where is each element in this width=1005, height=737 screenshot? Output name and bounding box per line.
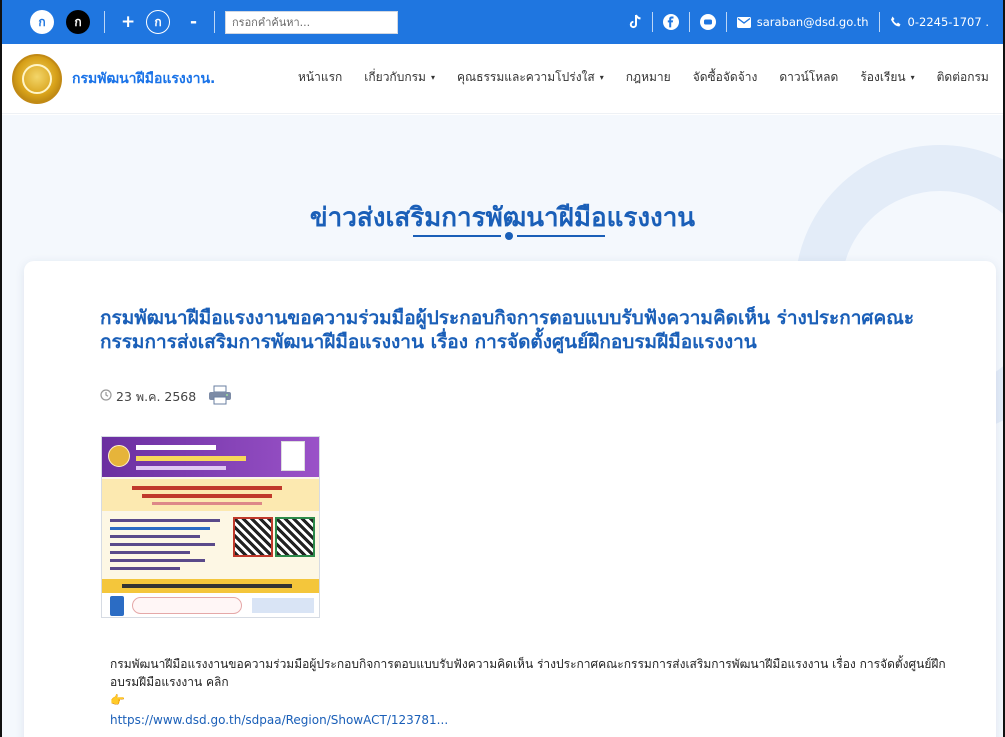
divider <box>725 12 727 32</box>
chevron-down-icon: ▾ <box>430 73 435 82</box>
nav-item-home[interactable]: หน้าแรก <box>298 68 342 87</box>
divider <box>688 12 690 32</box>
normal-font-button[interactable]: ก <box>146 10 170 34</box>
article-image[interactable] <box>101 436 320 618</box>
print-icon[interactable] <box>208 385 232 408</box>
nav-item-contact[interactable]: ติดต่อกรม <box>937 68 989 87</box>
qr-code <box>275 517 315 557</box>
article-date: 23 พ.ค. 2568 <box>116 388 197 404</box>
site-name[interactable]: กรมพัฒนาฝีมือแรงงาน. <box>72 68 215 90</box>
chevron-down-icon: ▾ <box>910 73 915 82</box>
contact-email[interactable]: saraban@dsd.go.th <box>757 15 869 29</box>
article-card: กรมพัฒนาฝีมือแรงงานขอความร่วมมือผู้ประกอ… <box>24 261 996 737</box>
contact-bar: saraban@dsd.go.th 0-2245-1707 . <box>628 11 989 33</box>
title-divider <box>413 232 605 240</box>
site-header: กรมพัฒนาฝีมือแรงงาน. หน้าแรก เกี่ยวกับกร… <box>0 44 1005 114</box>
tiktok-icon[interactable] <box>628 14 642 30</box>
nav-item-procurement[interactable]: จัดซื้อจัดจ้าง <box>693 68 758 87</box>
search-input[interactable] <box>225 11 398 34</box>
main-nav: หน้าแรก เกี่ยวกับกรม ▾ คุณธรรมและความโปร่… <box>298 68 1005 87</box>
decrease-font-button[interactable]: - <box>190 10 197 34</box>
clock-icon <box>100 389 112 404</box>
nav-item-law[interactable]: กฎหมาย <box>626 68 671 87</box>
department-logo[interactable] <box>12 54 62 104</box>
mail-icon <box>736 16 751 28</box>
window-frame-left <box>0 0 2 737</box>
nav-item-complaint[interactable]: ร้องเรียน ▾ <box>860 68 914 87</box>
chevron-down-icon: ▾ <box>599 73 604 82</box>
article-link[interactable]: https://www.dsd.go.th/sdpaa/Region/ShowA… <box>110 713 448 727</box>
phone-icon <box>890 16 902 28</box>
increase-font-button[interactable]: + <box>121 10 135 34</box>
divider <box>878 12 880 32</box>
top-bar: ก ก + ก - saraban@dsd.go.th 0-2245-1707 … <box>0 0 1005 44</box>
qr-code <box>233 517 273 557</box>
article-description: กรมพัฒนาฝีมือแรงงานขอความร่วมมือผู้ประกอ… <box>110 657 946 689</box>
facebook-icon[interactable] <box>662 14 679 30</box>
nav-item-download[interactable]: ดาวน์โหลด <box>779 68 838 87</box>
nav-item-about[interactable]: เกี่ยวกับกรม ▾ <box>364 68 435 87</box>
youtube-icon[interactable] <box>699 14 716 30</box>
content-area: ข่าวส่งเสริมการพัฒนาฝีมือแรงงาน กรมพัฒนา… <box>0 115 1005 737</box>
divider <box>651 12 653 32</box>
article-meta: 23 พ.ค. 2568 <box>100 385 232 408</box>
divider <box>214 11 215 33</box>
light-mode-button[interactable]: ก <box>30 10 54 34</box>
pointing-hand-icon: 👉 <box>110 693 125 707</box>
article-title: กรมพัฒนาฝีมือแรงงานขอความร่วมมือผู้ประกอ… <box>100 307 915 353</box>
dark-mode-button[interactable]: ก <box>66 10 90 34</box>
nav-item-ethics-transparency[interactable]: คุณธรรมและความโปร่งใส ▾ <box>457 68 604 87</box>
contact-phone[interactable]: 0-2245-1707 . <box>908 15 989 29</box>
divider <box>104 11 105 33</box>
